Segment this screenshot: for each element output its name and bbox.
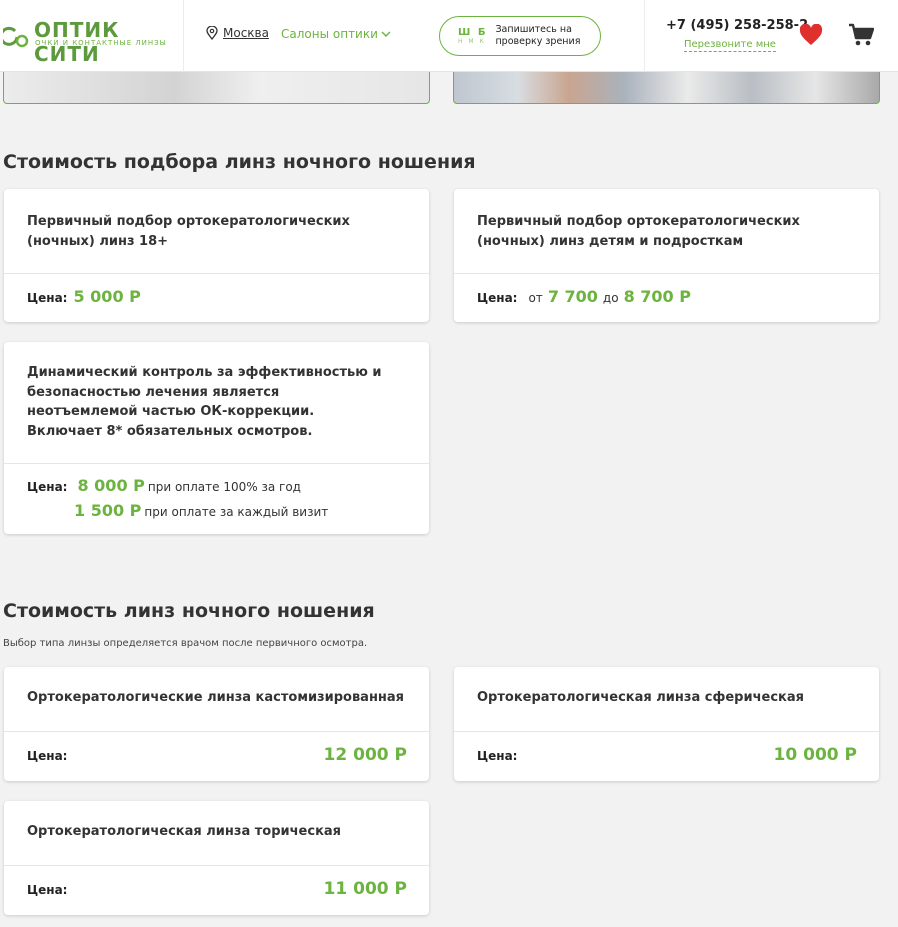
card-divider xyxy=(4,731,429,732)
card-divider xyxy=(454,273,879,274)
salons-dropdown[interactable]: Салоны оптики xyxy=(281,27,391,41)
book-eye-test-button[interactable]: Ш Б Н М К Запишитесь на проверку зрения xyxy=(439,16,601,56)
header-divider xyxy=(183,0,184,72)
book-eye-test-label: Запишитесь на проверку зрения xyxy=(495,24,581,47)
section-title: Стоимость линз ночного ношения xyxy=(3,600,375,622)
card-divider xyxy=(4,463,429,464)
card-title: Ортокератологические линза кастомизирова… xyxy=(27,690,405,705)
card-title: Динамический контроль за эффективностью … xyxy=(27,365,382,439)
price-from-label: от xyxy=(528,291,543,305)
price-label: Цена: xyxy=(477,291,518,305)
heart-icon[interactable] xyxy=(799,24,823,46)
section-title: Стоимость подбора линз ночного ношения xyxy=(3,151,476,173)
price-label: Цена: xyxy=(477,749,518,763)
price-to-label: до xyxy=(602,291,619,305)
logo-tagline: очки и контактные линзы xyxy=(35,39,167,47)
chevron-down-icon xyxy=(381,31,391,37)
logo-eye-icon xyxy=(3,26,29,48)
price-row: Цена: от 7 700 до 8 700 Р xyxy=(477,287,691,306)
city-link[interactable]: Москва xyxy=(223,26,269,40)
card-title: Ортокератологическая линза торическая xyxy=(27,824,342,839)
price-visit-note: при оплате за каждый визит xyxy=(144,505,329,519)
card-divider xyxy=(4,865,429,866)
salons-label: Салоны оптики xyxy=(281,27,378,41)
price-card: Ортокератологическая линза сферическая Ц… xyxy=(454,667,879,781)
price-label: Цена: xyxy=(27,749,68,763)
price-row: Цена: 8 000 Р при оплате 100% за год xyxy=(27,476,301,495)
price-visit-value: 1 500 Р xyxy=(74,501,142,520)
price-value: 11 000 Р xyxy=(323,879,407,899)
card-divider xyxy=(454,731,879,732)
price-value: 5 000 Р xyxy=(73,287,141,306)
city-selector[interactable]: Москва xyxy=(206,26,269,40)
card-title: Первичный подбор ортокератологических (н… xyxy=(477,214,800,249)
site-header: ОПТИК СИТИ очки и контактные линзы Москв… xyxy=(0,0,898,72)
price-year-value: 8 000 Р xyxy=(77,476,145,495)
eye-chart-top: Ш Б xyxy=(458,26,488,38)
price-value: 12 000 Р xyxy=(323,745,407,765)
price-card: Первичный подбор ортокератологических (н… xyxy=(454,189,879,322)
price-card: Первичный подбор ортокератологических (н… xyxy=(4,189,429,322)
phone-number[interactable]: +7 (495) 258-258-2 xyxy=(666,18,808,33)
price-from-value: 7 700 xyxy=(547,287,598,306)
logo[interactable]: ОПТИК СИТИ очки и контактные линзы xyxy=(3,18,173,66)
price-card: Ортокератологическая линза торическая Це… xyxy=(4,801,429,915)
price-value: 10 000 Р xyxy=(773,745,857,765)
price-year-note: при оплате 100% за год xyxy=(147,480,301,494)
price-card: Ортокератологические линза кастомизирова… xyxy=(4,667,429,781)
location-pin-icon xyxy=(206,26,218,40)
header-divider xyxy=(644,0,645,72)
callback-link[interactable]: Перезвоните мне xyxy=(684,38,776,52)
price-card: Динамический контроль за эффективностью … xyxy=(4,342,429,534)
price-row: 1 500 Р при оплате за каждый визит xyxy=(74,501,328,520)
price-label: Цена: xyxy=(27,883,68,897)
cart-icon[interactable] xyxy=(848,23,874,47)
eye-chart-bottom: Н М К xyxy=(458,37,486,45)
section-note: Выбор типа линзы определяется врачом пос… xyxy=(3,638,368,649)
price-row: Цена: 5 000 Р xyxy=(27,287,141,306)
eye-chart-icon: Ш Б Н М К xyxy=(458,27,487,46)
card-title: Ортокератологическая линза сферическая xyxy=(477,690,804,705)
price-to-value: 8 700 Р xyxy=(623,287,691,306)
price-label: Цена: xyxy=(27,480,68,494)
price-label: Цена: xyxy=(27,291,68,305)
card-divider xyxy=(4,273,429,274)
card-title: Первичный подбор ортокератологических (н… xyxy=(27,214,350,249)
